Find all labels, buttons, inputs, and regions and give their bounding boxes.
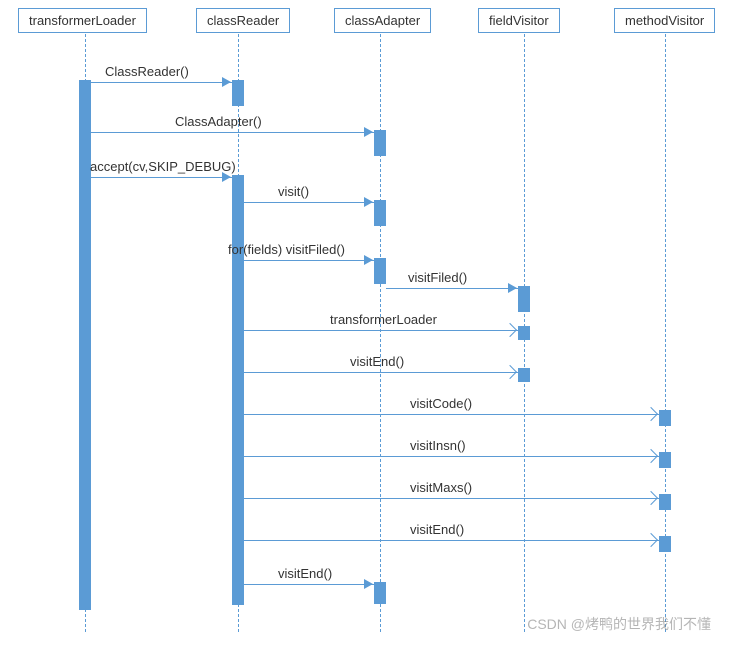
activation-fieldVisitor-2	[518, 326, 530, 340]
msg-line-visitend-fv	[244, 372, 518, 373]
msg-line-visitmaxs	[244, 498, 659, 499]
msg-line-classreader	[91, 82, 232, 83]
msg-line-forfields	[244, 260, 374, 261]
arrow-visitfiled	[508, 283, 517, 293]
msg-line-visitend-ca	[244, 584, 374, 585]
arrow-visit	[364, 197, 373, 207]
arrow-visitend-mv	[644, 533, 658, 547]
arrow-visitend-ca	[364, 579, 373, 589]
arrow-visitend-fv	[503, 365, 517, 379]
activation-methodVisitor-2	[659, 452, 671, 468]
arrow-visitmaxs	[644, 491, 658, 505]
participant-classAdapter: classAdapter	[334, 8, 431, 33]
msg-label-visitend-ca: visitEnd()	[278, 566, 332, 581]
arrow-classreader	[222, 77, 231, 87]
activation-classReader-2	[232, 175, 244, 605]
arrow-accept	[222, 172, 231, 182]
msg-label-visitfiled: visitFiled()	[408, 270, 467, 285]
activation-fieldVisitor-3	[518, 368, 530, 382]
msg-label-visitinsn: visitInsn()	[410, 438, 466, 453]
watermark: CSDN @烤鸭的世界我们不懂	[527, 614, 711, 634]
msg-line-visitfiled	[386, 288, 518, 289]
msg-label-visit: visit()	[278, 184, 309, 199]
msg-line-tloader	[244, 330, 518, 331]
participant-methodVisitor: methodVisitor	[614, 8, 715, 33]
msg-label-visitend-mv: visitEnd()	[410, 522, 464, 537]
msg-line-accept	[91, 177, 232, 178]
msg-label-accept: accept(cv,SKIP_DEBUG)	[90, 159, 236, 174]
msg-label-forfields: for(fields) visitFiled()	[228, 242, 345, 257]
activation-classAdapter-3	[374, 258, 386, 284]
activation-methodVisitor-4	[659, 536, 671, 552]
msg-line-visitinsn	[244, 456, 659, 457]
arrow-visitinsn	[644, 449, 658, 463]
activation-methodVisitor-3	[659, 494, 671, 510]
arrow-forfields	[364, 255, 373, 265]
activation-classAdapter-2	[374, 200, 386, 226]
arrow-tloader	[503, 323, 517, 337]
activation-classAdapter-1	[374, 130, 386, 156]
activation-methodVisitor-1	[659, 410, 671, 426]
msg-line-classadapter	[91, 132, 374, 133]
participant-transformerLoader: transformerLoader	[18, 8, 147, 33]
msg-label-visitend-fv: visitEnd()	[350, 354, 404, 369]
activation-classReader-1	[232, 80, 244, 106]
lifeline-classAdapter	[380, 34, 381, 632]
msg-label-tloader: transformerLoader	[330, 312, 437, 327]
msg-label-classreader: ClassReader()	[105, 64, 189, 79]
msg-line-visit	[244, 202, 374, 203]
participant-fieldVisitor: fieldVisitor	[478, 8, 560, 33]
participant-classReader: classReader	[196, 8, 290, 33]
msg-line-visitcode	[244, 414, 659, 415]
activation-classAdapter-4	[374, 582, 386, 604]
msg-label-visitmaxs: visitMaxs()	[410, 480, 472, 495]
msg-label-classadapter: ClassAdapter()	[175, 114, 262, 129]
msg-label-visitcode: visitCode()	[410, 396, 472, 411]
activation-fieldVisitor-1	[518, 286, 530, 312]
arrow-classadapter	[364, 127, 373, 137]
arrow-visitcode	[644, 407, 658, 421]
msg-line-visitend-mv	[244, 540, 659, 541]
